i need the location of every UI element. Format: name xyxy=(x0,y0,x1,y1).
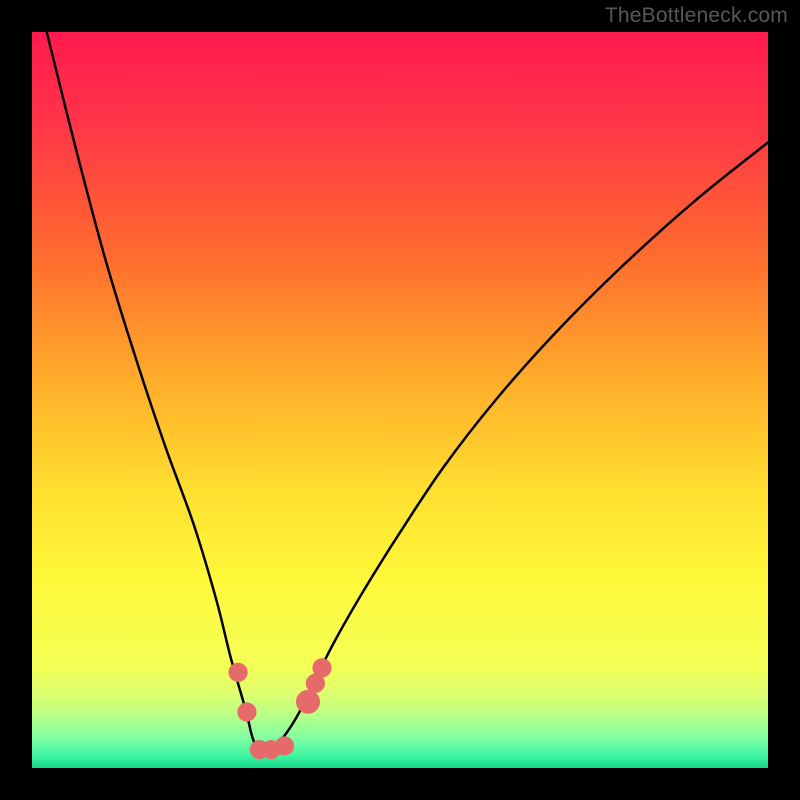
chart-frame xyxy=(32,32,768,768)
watermark-text: TheBottleneck.com xyxy=(605,4,788,28)
data-marker xyxy=(237,702,256,721)
chart-svg xyxy=(32,32,768,768)
data-marker xyxy=(312,658,331,677)
chart-background xyxy=(32,32,768,768)
data-marker xyxy=(296,690,320,714)
data-marker xyxy=(228,663,247,682)
data-marker xyxy=(275,736,294,755)
